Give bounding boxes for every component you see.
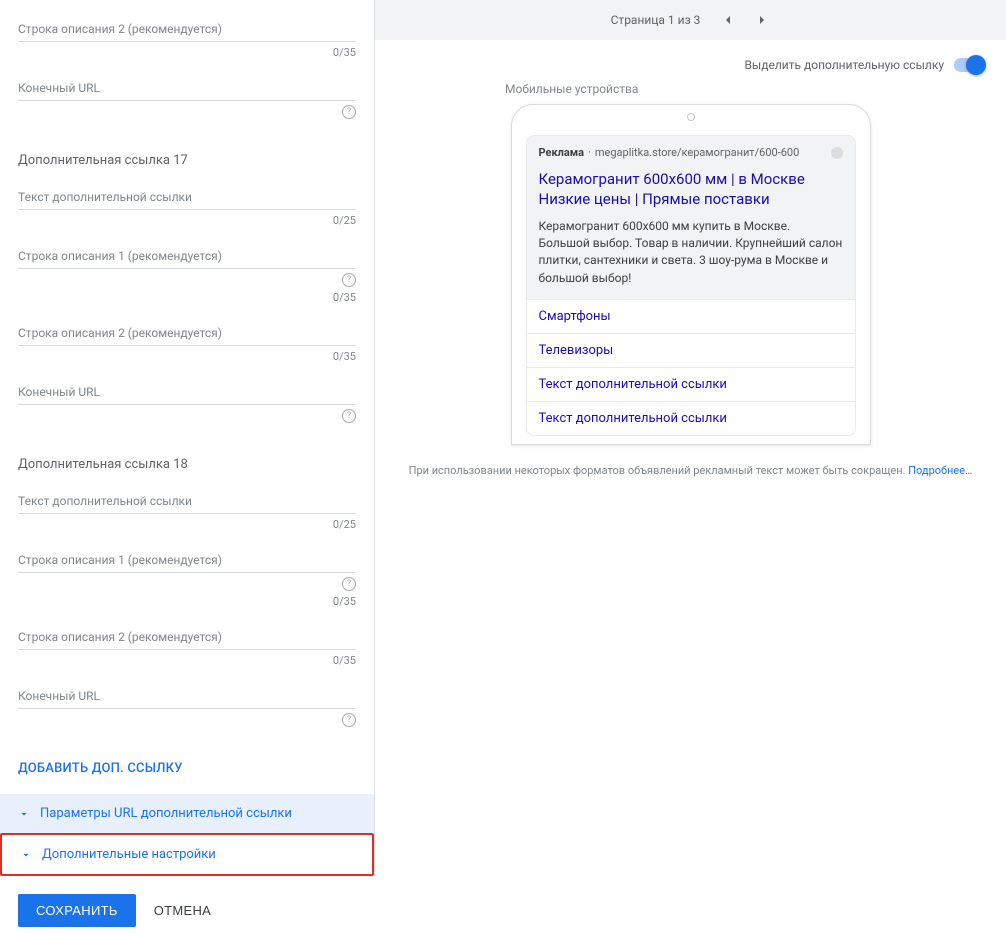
- field-desc1: Строка описания 1 (рекомендуется) ? 0/35: [18, 243, 356, 304]
- pager-next-icon[interactable]: [754, 12, 770, 28]
- field-label[interactable]: Строка описания 2 (рекомендуется): [18, 320, 356, 346]
- ad-title: Керамогранит 600х600 мм | в Москве Низки…: [539, 169, 843, 210]
- char-counter: 0/35: [333, 46, 356, 59]
- field-label[interactable]: Строка описания 2 (рекомендуется): [18, 16, 356, 42]
- phone-preview: Реклама · megaplitka.store/керамогранит/…: [511, 104, 871, 445]
- char-counter: 0/35: [333, 291, 356, 304]
- phone-notch: [512, 105, 870, 129]
- disclaimer: При использовании некоторых форматов объ…: [375, 445, 1006, 486]
- field-link-text: Текст дополнительной ссылки 0/25: [18, 184, 356, 227]
- expand-additional-settings[interactable]: Дополнительные настройки: [0, 833, 374, 876]
- field-desc2-top: Строка описания 2 (рекомендуется) 0/35: [18, 16, 356, 59]
- field-label[interactable]: Строка описания 1 (рекомендуется): [18, 243, 356, 269]
- ad-sitelink[interactable]: Смартфоны: [527, 299, 855, 333]
- field-label[interactable]: Строка описания 2 (рекомендуется): [18, 624, 356, 650]
- help-icon[interactable]: ?: [342, 105, 356, 119]
- group-title-18: Дополнительная ссылка 18: [18, 457, 356, 472]
- expand-url-params[interactable]: Параметры URL дополнительной ссылки: [0, 794, 374, 833]
- cancel-button[interactable]: ОТМЕНА: [154, 903, 211, 918]
- field-desc2: Строка описания 2 (рекомендуется) 0/35: [18, 320, 356, 363]
- expand-label: Дополнительные настройки: [42, 847, 216, 862]
- char-counter: 0/25: [333, 518, 356, 531]
- ad-display-url: megaplitka.store/керамогранит/600-600: [595, 146, 799, 159]
- ad-card: Реклама · megaplitka.store/керамогранит/…: [526, 135, 856, 436]
- disclaimer-link[interactable]: Подробнее…: [908, 464, 972, 477]
- footer-actions: СОХРАНИТЬ ОТМЕНА: [0, 876, 1006, 945]
- highlight-toggle-row: Выделить дополнительную ссылку: [375, 40, 1006, 82]
- field-desc2: Строка описания 2 (рекомендуется) 0/35: [18, 624, 356, 667]
- ad-info-icon[interactable]: [831, 147, 843, 159]
- field-label[interactable]: Текст дополнительной ссылки: [18, 488, 356, 514]
- help-icon[interactable]: ?: [342, 713, 356, 727]
- field-desc1: Строка описания 1 (рекомендуется) ? 0/35: [18, 547, 356, 608]
- field-final-url: Конечный URL ?: [18, 683, 356, 727]
- ad-title-line1: Керамогранит 600х600 мм | в Москве: [539, 170, 805, 188]
- phone-speaker-icon: [687, 113, 695, 121]
- save-button[interactable]: СОХРАНИТЬ: [18, 894, 136, 927]
- add-sitelink-button[interactable]: ДОБАВИТЬ ДОП. ССЫЛКУ: [18, 761, 356, 776]
- help-icon[interactable]: ?: [342, 273, 356, 287]
- ad-sitelink[interactable]: Текст дополнительной ссылки: [527, 401, 855, 435]
- char-counter: 0/35: [333, 654, 356, 667]
- char-counter: 0/25: [333, 214, 356, 227]
- ad-dot: ·: [588, 146, 591, 159]
- char-counter: 0/35: [333, 595, 356, 608]
- highlight-toggle[interactable]: [954, 58, 984, 72]
- field-label[interactable]: Строка описания 1 (рекомендуется): [18, 547, 356, 573]
- form-panel: Строка описания 2 (рекомендуется) 0/35 К…: [0, 0, 375, 876]
- field-label[interactable]: Текст дополнительной ссылки: [18, 184, 356, 210]
- toggle-knob: [966, 55, 986, 75]
- field-link-text: Текст дополнительной ссылки 0/25: [18, 488, 356, 531]
- field-label[interactable]: Конечный URL: [18, 379, 356, 405]
- help-icon[interactable]: ?: [342, 577, 356, 591]
- help-icon[interactable]: ?: [342, 409, 356, 423]
- ad-sitelink[interactable]: Телевизоры: [527, 333, 855, 367]
- preview-panel: Страница 1 из 3 Выделить дополнительную …: [375, 0, 1006, 876]
- ad-header: Реклама · megaplitka.store/керамогранит/…: [527, 136, 855, 169]
- group-title-17: Дополнительная ссылка 17: [18, 153, 356, 168]
- field-final-url-top: Конечный URL ?: [18, 75, 356, 119]
- disclaimer-text: При использовании некоторых форматов объ…: [409, 464, 909, 477]
- field-final-url: Конечный URL ?: [18, 379, 356, 423]
- field-label[interactable]: Конечный URL: [18, 75, 356, 101]
- ad-description: Керамогранит 600х600 мм купить в Москве.…: [539, 218, 843, 288]
- ad-sitelinks: Смартфоны Телевизоры Текст дополнительно…: [527, 299, 855, 435]
- pager: Страница 1 из 3: [375, 0, 1006, 40]
- ad-sitelink[interactable]: Текст дополнительной ссылки: [527, 367, 855, 401]
- expand-label: Параметры URL дополнительной ссылки: [40, 806, 292, 821]
- char-counter: 0/35: [333, 350, 356, 363]
- chevron-down-icon: [18, 808, 30, 820]
- field-label[interactable]: Конечный URL: [18, 683, 356, 709]
- ad-title-line2: Низкие цены | Прямые поставки: [539, 190, 770, 208]
- chevron-down-icon: [20, 849, 32, 861]
- pager-prev-icon[interactable]: [720, 12, 736, 28]
- device-label: Мобильные устройства: [505, 82, 966, 96]
- toggle-label: Выделить дополнительную ссылку: [744, 58, 944, 72]
- pager-label: Страница 1 из 3: [611, 13, 701, 27]
- ad-badge: Реклама: [539, 146, 585, 159]
